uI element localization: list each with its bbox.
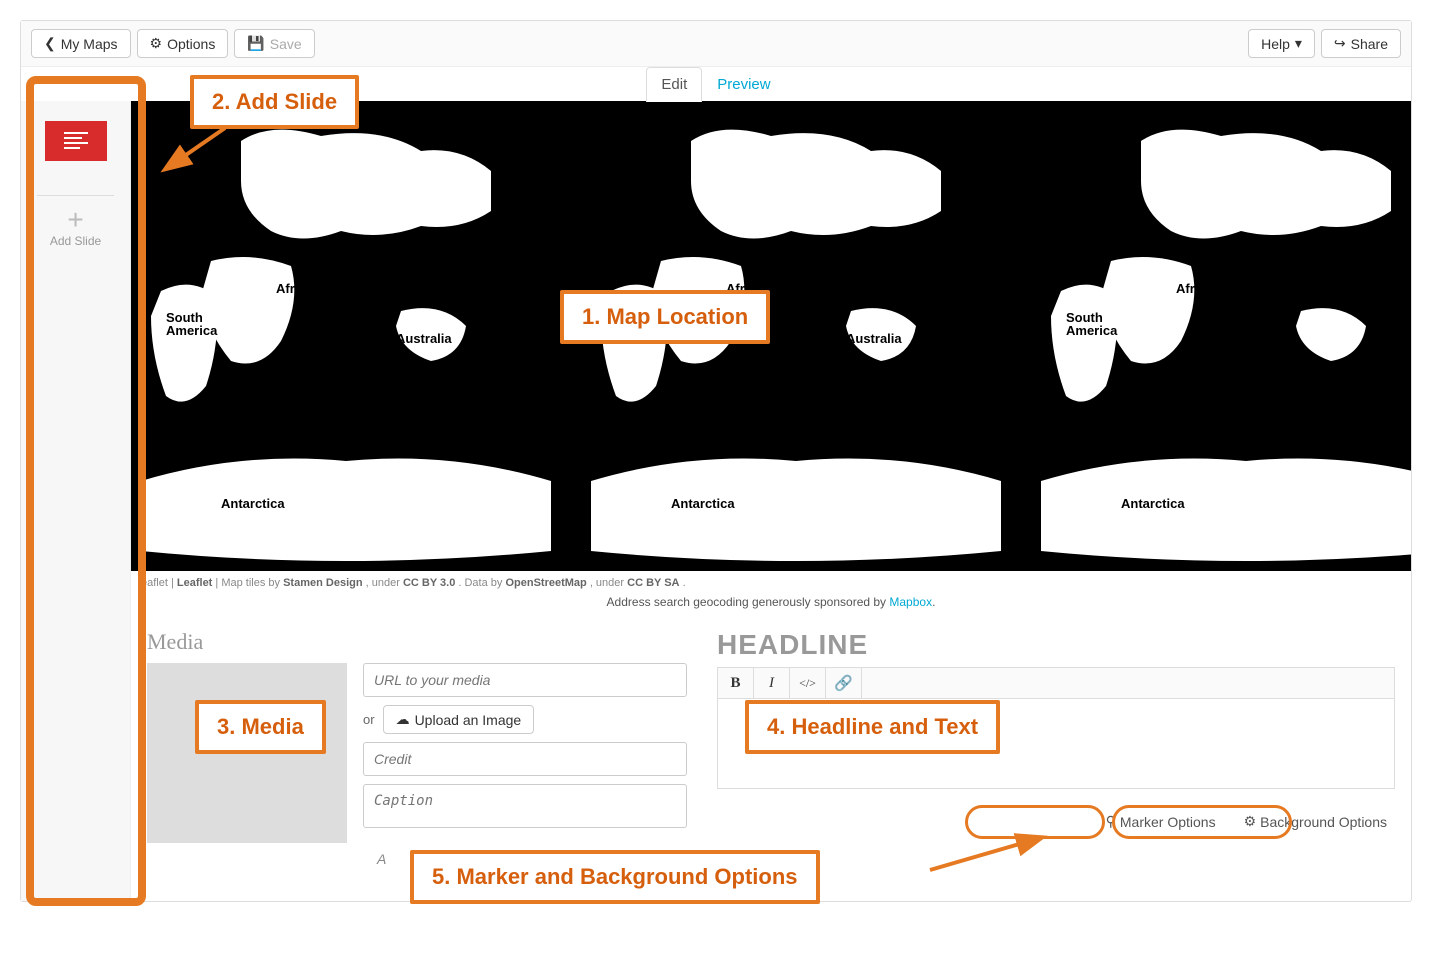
help-label: Help [1261,36,1290,52]
share-label: Share [1351,36,1388,52]
arrow-icon [155,120,235,180]
ccby-link[interactable]: CC BY 3.0 [403,577,455,589]
label-eu2: Europe [711,241,756,256]
tab-preview[interactable]: Preview [702,67,785,101]
content-column: Europe Asia Africa SouthAmerica Australi… [131,101,1411,901]
chevron-left-icon: ❮ [44,35,56,52]
italic-button[interactable]: I [754,668,790,698]
label-ant3: Antarctica [1121,496,1185,511]
upload-image-button[interactable]: ☁ Upload an Image [383,705,535,734]
label-nam3: NorthAmerica [1021,241,1072,267]
label-aus2: Australia [846,331,902,346]
save-label: Save [270,36,302,52]
main-area: + Add Slide [21,101,1411,901]
label-nam2: NorthAmerica [571,241,622,267]
label-aus: Australia [396,331,452,346]
link-icon: 🔗 [834,674,853,693]
or-label: or [363,712,375,727]
label-ant2: Antarctica [671,496,735,511]
label-eu3: Europe [1161,241,1206,256]
sponsor-line: Address search geocoding generously spon… [131,591,1411,619]
annotation-3: 3. Media [195,700,326,754]
label-af3: Africa [1176,281,1213,296]
osm-link[interactable]: OpenStreetMap [505,577,586,589]
label-asia2: Asia [811,241,838,256]
annotation-4: 4. Headline and Text [745,700,1000,754]
annotation-2: 2. Add Slide [190,75,359,129]
my-maps-button[interactable]: ❮ My Maps [31,29,131,58]
code-button[interactable]: </> [790,668,826,698]
label-ant: Antarctica [221,496,285,511]
label-asia: Asia [361,241,388,256]
stamen-link[interactable]: Stamen Design [283,577,362,589]
caption-input[interactable] [363,784,687,828]
gear-icon: ⚙ [150,35,163,52]
annotation-1: 1. Map Location [560,290,770,344]
link-button[interactable]: 🔗 [826,668,862,698]
label-sam3: SouthAmerica [1066,311,1117,337]
share-icon: ↪ [1334,35,1346,52]
mapbox-link[interactable]: Mapbox [889,595,932,609]
attr-text: eaflet | [141,577,177,589]
upload-label: Upload an Image [415,712,522,728]
annotation-sidebar-highlight [26,76,146,906]
caret-down-icon: ▾ [1295,35,1302,52]
ccbysa-link[interactable]: CC BY SA [627,577,679,589]
label-africa: Africa [276,281,313,296]
help-button[interactable]: Help ▾ [1248,29,1315,58]
label-asia3: Asia [1261,241,1288,256]
options-label: Options [167,36,215,52]
media-url-input[interactable] [363,663,687,697]
save-icon: 💾 [247,35,264,52]
bold-button[interactable]: B [718,668,754,698]
map-attribution: eaflet | Leaflet | Map tiles by Stamen D… [131,571,1411,591]
tab-edit[interactable]: Edit [646,67,702,102]
map-canvas[interactable]: Europe Asia Africa SouthAmerica Australi… [131,101,1411,571]
share-button[interactable]: ↪ Share [1321,29,1401,58]
headline-heading: HEADLINE [717,629,1395,661]
label-europe: Europe [261,241,306,256]
leaflet-link[interactable]: Leaflet [177,577,212,589]
annotation-circle-background [1112,805,1292,839]
credit-input[interactable] [363,742,687,776]
label-sam: SouthAmerica [166,311,217,337]
cloud-upload-icon: ☁ [396,711,410,728]
editor-toolbar: B I </> 🔗 [717,667,1395,699]
topbar: ❮ My Maps ⚙ Options 💾 Save Help ▾ ↪ Shar… [21,21,1411,67]
annotation-5: 5. Marker and Background Options [410,850,820,904]
save-button[interactable]: 💾 Save [234,29,314,58]
media-heading: Media [147,629,687,655]
options-button[interactable]: ⚙ Options [137,29,229,58]
arrow-icon-2 [920,830,1060,880]
my-maps-label: My Maps [61,36,118,52]
